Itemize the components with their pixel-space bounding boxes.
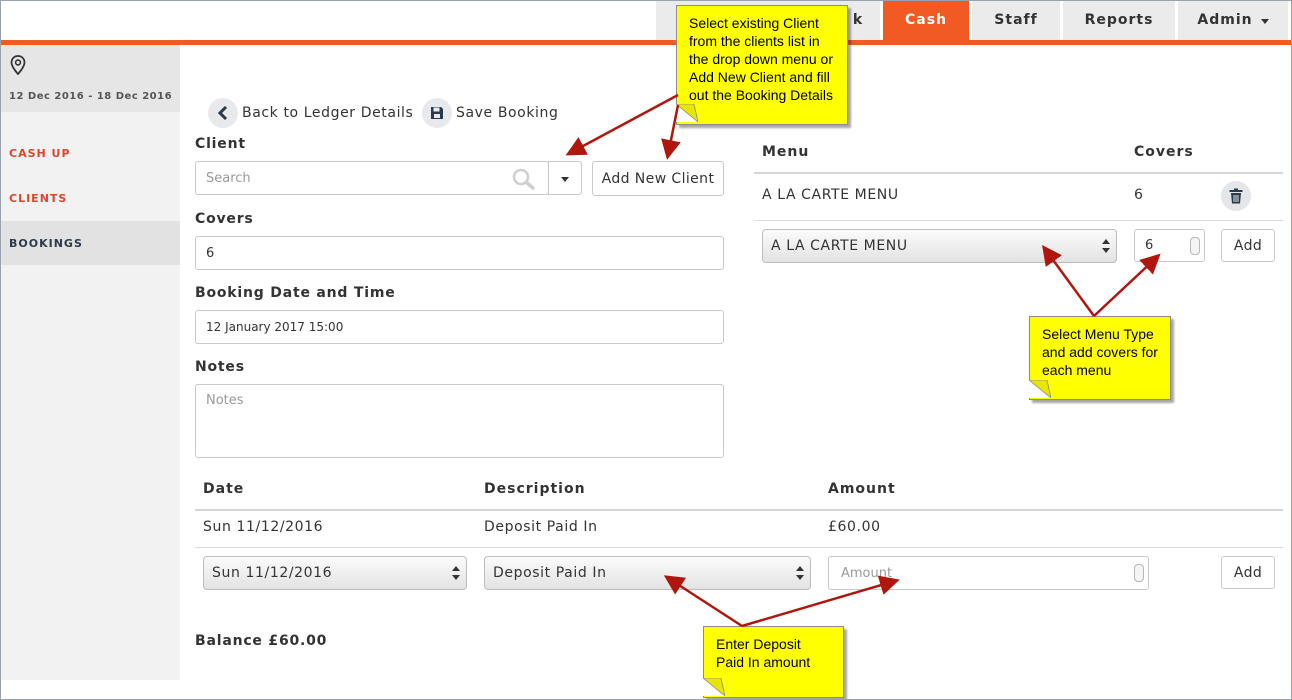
caret-down-icon <box>561 176 569 182</box>
note-fold-icon <box>1029 380 1051 398</box>
booking-datetime-label: Booking Date and Time <box>195 285 396 301</box>
top-navigation: k Cash Staff Reports Admin <box>0 0 1292 40</box>
covers-input[interactable]: 6 <box>195 236 724 270</box>
delete-menu-row-button[interactable] <box>1221 181 1251 211</box>
nav-tab-admin-label: Admin <box>1197 12 1253 28</box>
nav-tab-staff[interactable]: Staff <box>972 0 1060 40</box>
nav-tab-reports[interactable]: Reports <box>1063 0 1175 40</box>
deposit-table-divider <box>195 509 1283 511</box>
sidebar-item-clients[interactable]: CLIENTS <box>1 176 180 220</box>
select-arrows-icon <box>452 566 460 580</box>
arrow-to-client-dropdown <box>565 93 679 156</box>
note-fold-icon <box>676 104 698 122</box>
sidebar: 12 Dec 2016 - 18 Dec 2016 CASH UP CLIENT… <box>1 45 180 680</box>
menu-covers-value: 6 <box>1145 238 1154 253</box>
deposit-date-select-value: Sun 11/12/2016 <box>212 565 333 581</box>
deposit-row-divider <box>195 547 1283 548</box>
menu-table-divider <box>754 172 1283 174</box>
deposit-description-select-value: Deposit Paid In <box>493 565 607 581</box>
covers-column-header: Covers <box>1134 144 1194 160</box>
trash-icon <box>1229 188 1243 204</box>
back-to-ledger-label: Back to Ledger Details <box>242 105 414 121</box>
date-range-text: 12 Dec 2016 - 18 Dec 2016 <box>9 91 173 102</box>
spinner-icon <box>1190 236 1200 255</box>
select-arrows-icon <box>1102 239 1110 253</box>
sidebar-item-bookings[interactable]: BOOKINGS <box>1 221 180 265</box>
search-icon <box>512 168 536 190</box>
add-new-client-button[interactable]: Add New Client <box>592 161 724 196</box>
menu-type-select[interactable]: A LA CARTE MENU <box>762 229 1117 263</box>
notes-label: Notes <box>195 359 245 375</box>
deposit-row-date: Sun 11/12/2016 <box>203 519 324 535</box>
deposit-row-description: Deposit Paid In <box>484 519 598 535</box>
map-pin-icon <box>10 55 26 75</box>
menu-row-covers: 6 <box>1134 187 1144 203</box>
client-dropdown-toggle[interactable] <box>548 161 582 195</box>
arrow-to-covers-input <box>1093 253 1161 317</box>
menu-row-name: A LA CARTE MENU <box>762 187 899 203</box>
sidebar-item-cash-up[interactable]: CASH UP <box>1 131 180 175</box>
add-deposit-button[interactable]: Add <box>1221 556 1275 589</box>
date-column-header: Date <box>203 481 245 497</box>
deposit-description-select[interactable]: Deposit Paid In <box>484 556 811 590</box>
covers-label: Covers <box>195 211 254 227</box>
description-column-header: Description <box>484 481 586 497</box>
accent-bar <box>0 40 1292 45</box>
deposit-amount-input[interactable]: Amount <box>828 556 1149 590</box>
menu-type-select-value: A LA CARTE MENU <box>771 238 908 254</box>
notes-textarea[interactable]: Notes <box>195 384 724 458</box>
menu-covers-input[interactable]: 6 <box>1134 229 1205 262</box>
add-menu-button[interactable]: Add <box>1221 229 1275 262</box>
callout-client: Select existing Client from the clients … <box>676 5 848 125</box>
client-label: Client <box>195 136 246 152</box>
back-to-ledger-button[interactable]: Back to Ledger Details <box>208 98 413 128</box>
client-search-placeholder: Search <box>206 170 251 186</box>
spinner-icon <box>1134 564 1144 582</box>
nav-tab-admin[interactable]: Admin <box>1178 0 1288 40</box>
menu-column-header: Menu <box>762 144 810 160</box>
date-range-panel[interactable]: 12 Dec 2016 - 18 Dec 2016 <box>1 45 180 112</box>
select-arrows-icon <box>796 566 804 580</box>
deposit-date-select[interactable]: Sun 11/12/2016 <box>203 556 467 590</box>
amount-column-header: Amount <box>828 481 896 497</box>
save-booking-button[interactable]: Save Booking <box>422 98 559 128</box>
client-search-input[interactable]: Search <box>195 161 549 195</box>
caret-down-icon <box>1260 18 1269 24</box>
save-booking-label: Save Booking <box>456 105 559 121</box>
note-fold-icon <box>703 678 725 696</box>
nav-tab-hidden-fragment: k <box>852 12 864 28</box>
booking-datetime-input[interactable]: 12 January 2017 15:00 <box>195 310 724 344</box>
menu-row-divider <box>754 220 1283 221</box>
deposit-row-amount: £60.00 <box>828 519 881 535</box>
floppy-disk-icon <box>422 98 452 128</box>
chevron-left-icon <box>208 98 238 128</box>
deposit-amount-placeholder: Amount <box>841 565 893 581</box>
nav-tab-cash[interactable]: Cash <box>883 0 969 40</box>
balance-text: Balance £60.00 <box>195 633 328 649</box>
